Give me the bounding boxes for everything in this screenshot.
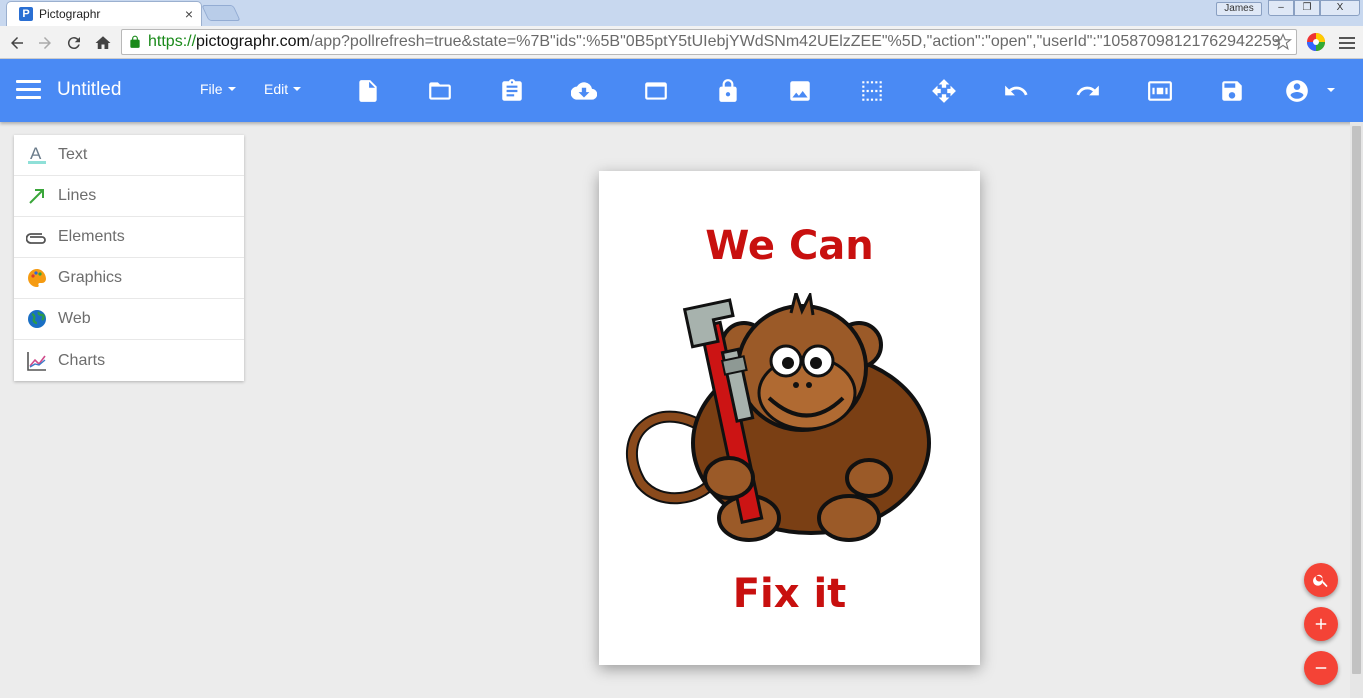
url-scheme: https:// bbox=[148, 33, 197, 50]
panel-item-text[interactable]: A Text bbox=[14, 135, 244, 176]
monkey-with-wrench-graphic[interactable] bbox=[621, 293, 931, 543]
panel-item-lines[interactable]: Lines bbox=[14, 176, 244, 217]
url-domain: pictographr.com bbox=[196, 33, 310, 50]
line-chart-icon bbox=[26, 350, 48, 372]
address-bar[interactable]: https://pictographr.com/app?pollrefresh=… bbox=[121, 29, 1297, 55]
color-extension-icon[interactable] bbox=[1306, 32, 1326, 52]
headline-top-text[interactable]: We Can bbox=[599, 223, 980, 269]
text-icon: A bbox=[26, 144, 48, 166]
zoom-search-button[interactable] bbox=[1304, 563, 1338, 597]
panel-item-label: Lines bbox=[58, 187, 97, 204]
new-file-icon[interactable] bbox=[351, 74, 385, 108]
scrollbar-thumb[interactable] bbox=[1352, 126, 1361, 674]
vertical-scrollbar[interactable] bbox=[1350, 122, 1363, 698]
panel-item-elements[interactable]: Elements bbox=[14, 217, 244, 258]
element-panel: A Text Lines Elements Graphics Web Chart… bbox=[14, 135, 244, 381]
browser-tab[interactable]: P Pictographr × bbox=[6, 1, 202, 26]
window-close-button[interactable]: X bbox=[1320, 0, 1360, 16]
grid-icon[interactable] bbox=[855, 74, 889, 108]
panel-item-charts[interactable]: Charts bbox=[14, 340, 244, 381]
app-header: Untitled File Edit bbox=[0, 59, 1363, 122]
tab-close-icon[interactable]: × bbox=[185, 6, 193, 22]
file-menu-label: File bbox=[200, 81, 223, 97]
window-icon[interactable] bbox=[639, 74, 673, 108]
url-path: /app?pollrefresh=true&state=%7B"ids":%5B… bbox=[309, 33, 1281, 50]
search-icon bbox=[1313, 574, 1328, 588]
back-arrow-icon bbox=[11, 37, 23, 49]
document-title[interactable]: Untitled bbox=[57, 79, 121, 101]
panel-item-label: Text bbox=[58, 146, 88, 163]
panel-item-graphics[interactable]: Graphics bbox=[14, 258, 244, 299]
profile-button[interactable]: James bbox=[1216, 2, 1262, 16]
minimize-button[interactable]: – bbox=[1268, 0, 1294, 16]
forward-arrow-icon bbox=[39, 37, 51, 49]
zoom-out-button[interactable] bbox=[1304, 651, 1338, 685]
undo-icon[interactable] bbox=[999, 74, 1033, 108]
plus-icon bbox=[1315, 618, 1327, 630]
lock-icon[interactable] bbox=[711, 74, 745, 108]
caret-down-icon bbox=[227, 87, 236, 91]
browser-titlebar: P Pictographr × James – ❐ X bbox=[0, 0, 1363, 26]
arrow-icon bbox=[26, 185, 48, 207]
secure-lock-icon bbox=[130, 35, 140, 48]
clipboard-icon[interactable] bbox=[495, 74, 529, 108]
redo-icon[interactable] bbox=[1071, 74, 1105, 108]
caret-down-icon bbox=[293, 87, 302, 91]
menu-icon bbox=[1339, 37, 1355, 49]
back-button[interactable] bbox=[6, 32, 28, 54]
edit-menu-label: Edit bbox=[264, 81, 289, 97]
maximize-button[interactable]: ❐ bbox=[1294, 0, 1320, 16]
panel-item-label: Web bbox=[58, 310, 91, 327]
reload-icon bbox=[67, 37, 80, 50]
save-icon[interactable] bbox=[1215, 74, 1249, 108]
panel-item-label: Charts bbox=[58, 351, 106, 369]
globe-icon bbox=[26, 308, 48, 330]
cloud-download-icon[interactable] bbox=[567, 74, 601, 108]
tab-title: Pictographr bbox=[39, 7, 101, 21]
palette-icon bbox=[26, 267, 48, 289]
home-icon bbox=[95, 36, 111, 49]
svg-text:A: A bbox=[30, 144, 42, 163]
move-icon[interactable] bbox=[927, 74, 961, 108]
panel-item-web[interactable]: Web bbox=[14, 299, 244, 340]
account-caret-icon[interactable] bbox=[1327, 88, 1335, 92]
browser-menu-button[interactable] bbox=[1336, 32, 1358, 54]
hamburger-menu-icon[interactable] bbox=[16, 80, 41, 100]
forward-button[interactable] bbox=[34, 32, 56, 54]
home-button[interactable] bbox=[92, 32, 114, 54]
new-tab-button[interactable] bbox=[201, 5, 241, 21]
paperclip-icon bbox=[26, 226, 48, 248]
reload-button[interactable] bbox=[63, 32, 85, 54]
minus-icon bbox=[1315, 667, 1327, 669]
headline-bottom-text[interactable]: Fix it bbox=[599, 571, 980, 617]
design-canvas-page[interactable]: We Can Fix it bbox=[599, 171, 980, 665]
browser-toolbar: https://pictographr.com/app?pollrefresh=… bbox=[0, 26, 1363, 59]
account-icon[interactable] bbox=[1280, 74, 1314, 108]
edit-menu-button[interactable]: Edit bbox=[264, 81, 302, 97]
panel-item-label: Graphics bbox=[58, 269, 123, 286]
folder-open-icon[interactable] bbox=[423, 74, 457, 108]
panel-item-label: Elements bbox=[58, 228, 125, 245]
bookmark-star-icon[interactable] bbox=[1274, 33, 1292, 51]
file-menu-button[interactable]: File bbox=[200, 81, 236, 97]
app-favicon-icon: P bbox=[19, 7, 33, 21]
zoom-in-button[interactable] bbox=[1304, 607, 1338, 641]
fit-screen-icon[interactable] bbox=[1143, 74, 1177, 108]
image-icon[interactable] bbox=[783, 74, 817, 108]
